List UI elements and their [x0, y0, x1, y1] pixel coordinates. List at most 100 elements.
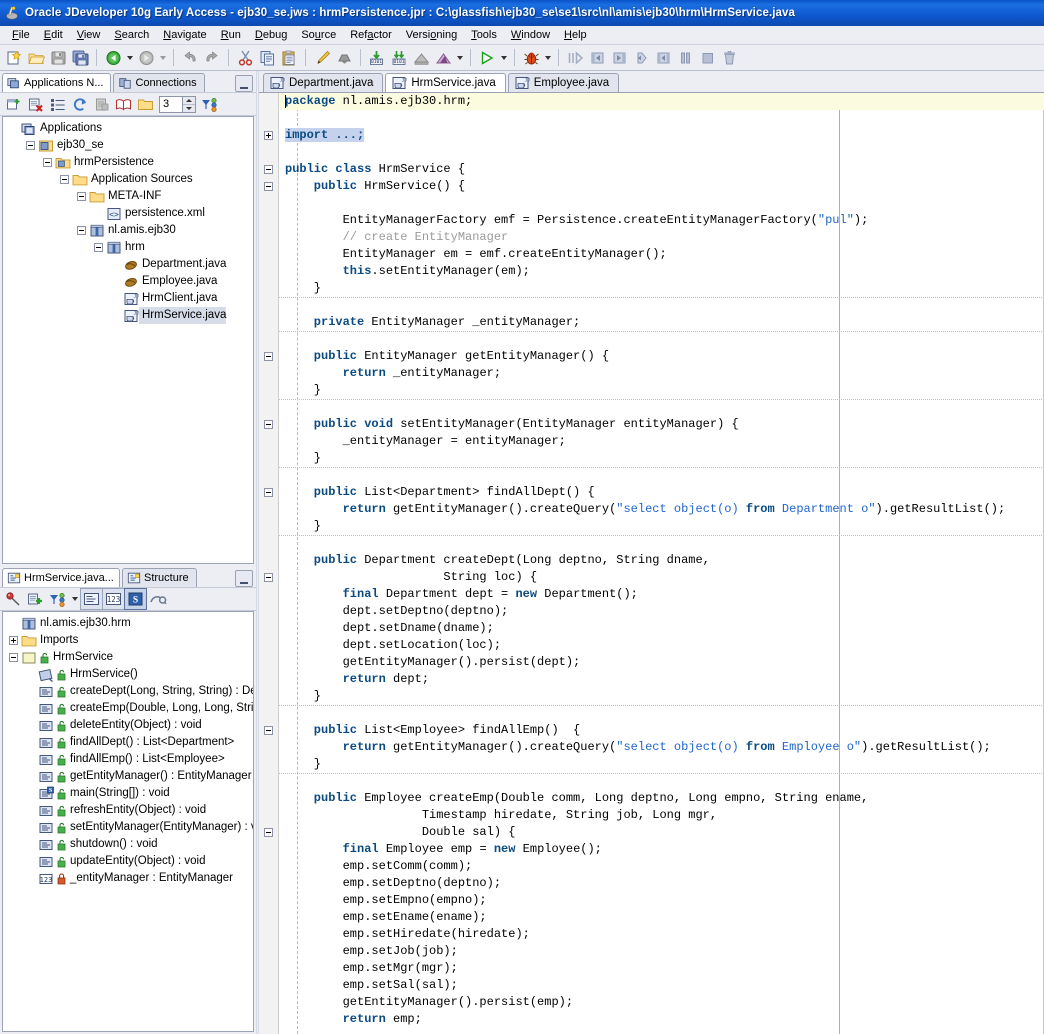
- freeze-pin-icon[interactable]: [3, 589, 24, 609]
- code-line[interactable]: }: [279, 450, 1044, 467]
- code-fold-collapse-icon[interactable]: [264, 182, 273, 191]
- structure-tree-node[interactable]: createDept(Long, String, String) : De: [5, 683, 253, 700]
- structure-minimize-button[interactable]: [235, 570, 253, 587]
- forward-icon[interactable]: [135, 47, 157, 69]
- code-line[interactable]: }: [279, 382, 1044, 399]
- navigator-minimize-button[interactable]: [235, 75, 253, 92]
- code-line[interactable]: [279, 110, 1044, 127]
- code-line[interactable]: public HrmService() {: [279, 178, 1044, 195]
- code-line[interactable]: getEntityManager().persist(emp);: [279, 994, 1044, 1011]
- undo-icon[interactable]: [179, 47, 201, 69]
- code-line[interactable]: public EntityManager getEntityManager() …: [279, 348, 1044, 365]
- code-line[interactable]: [279, 535, 1044, 552]
- navigator-tree-node[interactable]: <> persistence.xml: [5, 205, 253, 222]
- structure-tree-node[interactable]: HrmService: [5, 649, 253, 666]
- source-editor[interactable]: package nl.amis.ejb30.hrm; import ...; pub…: [259, 92, 1044, 1034]
- code-line[interactable]: emp.setEmpno(empno);: [279, 892, 1044, 909]
- code-line[interactable]: [279, 773, 1044, 790]
- code-line[interactable]: public List<Department> findAllDept() {: [279, 484, 1044, 501]
- code-line[interactable]: dept.setDname(dname);: [279, 620, 1044, 637]
- code-line[interactable]: }: [279, 518, 1044, 535]
- code-line[interactable]: final Department dept = new Department()…: [279, 586, 1044, 603]
- deploy-icon[interactable]: [410, 47, 432, 69]
- debug-icon[interactable]: [520, 47, 542, 69]
- sort-list-icon[interactable]: [47, 94, 68, 114]
- navigator-tree-node[interactable]: hrm: [5, 239, 253, 256]
- refactor-icon[interactable]: [333, 47, 355, 69]
- code-line[interactable]: _entityManager = entityManager;: [279, 433, 1044, 450]
- rebuild-icon[interactable]: 0101: [388, 47, 410, 69]
- collapse-node-icon[interactable]: [26, 141, 35, 150]
- new-node-icon[interactable]: [3, 94, 24, 114]
- profile-dropdown-arrow[interactable]: [454, 47, 465, 69]
- navigator-tree-node[interactable]: nl.amis.ejb30: [5, 222, 253, 239]
- code-line[interactable]: String loc) {: [279, 569, 1044, 586]
- navigator-tree-node[interactable]: JJ HrmClient.java: [5, 290, 253, 307]
- menu-item-refactor[interactable]: Refactor: [343, 28, 399, 42]
- code-line[interactable]: [279, 399, 1044, 416]
- code-line[interactable]: [279, 297, 1044, 314]
- depth-decrement[interactable]: [183, 104, 195, 112]
- show-methods-icon[interactable]: [80, 588, 103, 610]
- editor-tab-1[interactable]: JJ HrmService.java: [385, 73, 506, 92]
- save-all-icon[interactable]: [69, 47, 91, 69]
- structure-tree-node[interactable]: updateEntity(Object) : void: [5, 853, 253, 870]
- editor-tab-2[interactable]: JJ Employee.java: [507, 73, 620, 92]
- menu-item-window[interactable]: Window: [504, 28, 557, 42]
- open-folder-icon[interactable]: [25, 47, 47, 69]
- navigator-tab-1[interactable]: Connections: [113, 73, 205, 92]
- code-fold-expand-icon[interactable]: [264, 131, 273, 140]
- paste-icon[interactable]: [278, 47, 300, 69]
- show-fields-icon[interactable]: 123: [102, 588, 125, 610]
- structure-tree[interactable]: nl.amis.ejb30.hrm Imports HrmService HrmSer…: [2, 611, 254, 1032]
- code-line[interactable]: }: [279, 756, 1044, 773]
- collapse-node-icon[interactable]: [77, 192, 86, 201]
- filter-members-icon[interactable]: [47, 589, 68, 609]
- step-to-end-icon[interactable]: [652, 47, 674, 69]
- code-fold-collapse-icon[interactable]: [264, 165, 273, 174]
- code-line[interactable]: emp.setEname(ename);: [279, 909, 1044, 926]
- editor-gutter[interactable]: [259, 93, 279, 1034]
- navigator-tab-0[interactable]: Applications N...: [2, 73, 112, 92]
- code-line[interactable]: [279, 705, 1044, 722]
- code-line[interactable]: final Employee emp = new Employee();: [279, 841, 1044, 858]
- code-line[interactable]: emp.setComm(comm);: [279, 858, 1044, 875]
- forward-dropdown-arrow[interactable]: [157, 47, 168, 69]
- step-over-icon[interactable]: [586, 47, 608, 69]
- navigator-tree-node[interactable]: Applications: [5, 120, 253, 137]
- redo-icon[interactable]: [201, 47, 223, 69]
- code-line[interactable]: public Employee createEmp(Double comm, L…: [279, 790, 1044, 807]
- code-line[interactable]: emp.setHiredate(hiredate);: [279, 926, 1044, 943]
- structure-tree-node[interactable]: createEmp(Double, Long, Long, Strin: [5, 700, 253, 717]
- code-line[interactable]: return getEntityManager().createQuery("s…: [279, 739, 1044, 756]
- menu-item-view[interactable]: View: [70, 28, 108, 42]
- code-line[interactable]: }: [279, 280, 1044, 297]
- structure-tree-node[interactable]: findAllDept() : List<Department>: [5, 734, 253, 751]
- structure-tree-node[interactable]: findAllEmp() : List<Employee>: [5, 751, 253, 768]
- make-icon[interactable]: 0101: [366, 47, 388, 69]
- pause-icon[interactable]: [674, 47, 696, 69]
- code-line[interactable]: package nl.amis.ejb30.hrm;: [279, 93, 1044, 110]
- code-fold-collapse-icon[interactable]: [264, 352, 273, 361]
- menu-item-search[interactable]: Search: [107, 28, 156, 42]
- code-line[interactable]: dept.setLocation(loc);: [279, 637, 1044, 654]
- folder-icon[interactable]: [135, 94, 156, 114]
- open-book-icon[interactable]: [113, 94, 134, 114]
- debug-dropdown-arrow[interactable]: [542, 47, 553, 69]
- menu-item-run[interactable]: Run: [214, 28, 248, 42]
- navigator-tree-node[interactable]: ejb30_se: [5, 137, 253, 154]
- menu-item-file[interactable]: File: [5, 28, 37, 42]
- refresh-icon[interactable]: [69, 94, 90, 114]
- resume-icon[interactable]: [564, 47, 586, 69]
- collapse-node-icon[interactable]: [43, 158, 52, 167]
- code-fold-collapse-icon[interactable]: [264, 420, 273, 429]
- collapse-node-icon[interactable]: [94, 243, 103, 252]
- format-brush-icon[interactable]: [311, 47, 333, 69]
- structure-tree-node[interactable]: 123 _entityManager : EntityManager: [5, 870, 253, 887]
- collapse-node-icon[interactable]: [9, 653, 18, 662]
- show-static-icon[interactable]: S: [124, 588, 147, 610]
- menu-item-source[interactable]: Source: [294, 28, 343, 42]
- code-line[interactable]: import ...;: [279, 127, 1044, 144]
- code-line[interactable]: this.setEntityManager(em);: [279, 263, 1044, 280]
- editor-tab-0[interactable]: JJ Department.java: [263, 73, 384, 92]
